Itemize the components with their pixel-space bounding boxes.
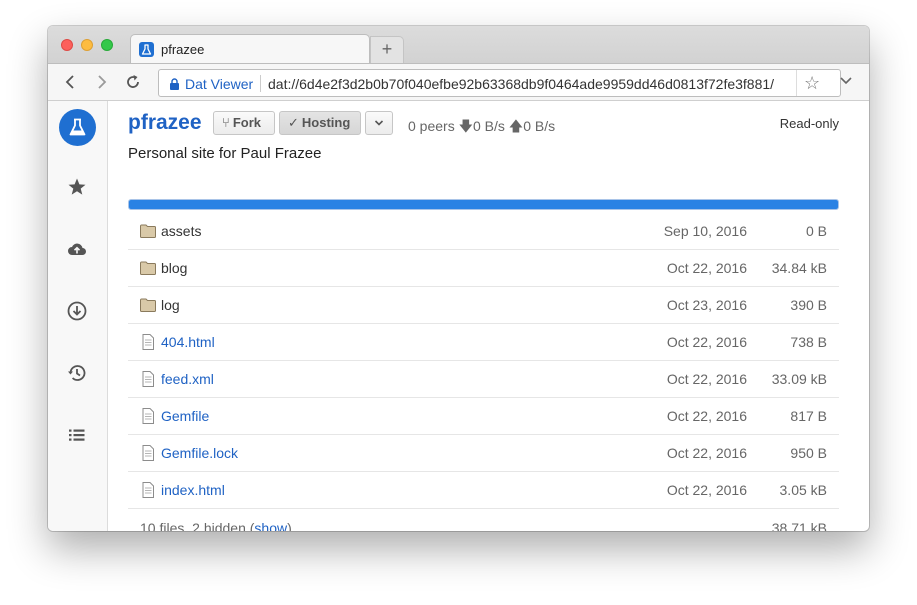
file-date: Oct 22, 2016 bbox=[666, 334, 747, 350]
file-row[interactable]: Gemfile.lock Oct 22, 2016 950 B bbox=[128, 435, 839, 472]
file-name[interactable]: Gemfile bbox=[161, 408, 209, 424]
file-icon bbox=[140, 334, 156, 350]
main-content: pfrazee ⑂ Fork ✓ Hosting 0 peers 🡇0 B/s 🡅0… bbox=[108, 101, 869, 531]
file-count-suffix: ) bbox=[287, 520, 292, 531]
file-name[interactable]: feed.xml bbox=[161, 371, 214, 387]
download-icon[interactable] bbox=[66, 300, 88, 322]
lock-icon bbox=[169, 77, 180, 90]
bookmark-star-icon[interactable]: ☆ bbox=[804, 73, 820, 94]
navigation-bar: Dat Viewer dat://6d4e2f3d2b0b70f040efbe9… bbox=[48, 63, 869, 101]
browser-window: pfrazee + Dat Viewer dat://6d4e2f3d2b0b7… bbox=[48, 26, 869, 531]
close-window-button[interactable] bbox=[61, 39, 73, 51]
file-count-text: 10 files, 2 hidden (show) bbox=[140, 520, 292, 531]
file-date: Oct 22, 2016 bbox=[666, 371, 747, 387]
site-identity-label[interactable]: Dat Viewer bbox=[185, 76, 253, 92]
tab-pfrazee[interactable]: pfrazee bbox=[130, 34, 370, 63]
flask-icon[interactable] bbox=[59, 109, 96, 146]
file-size: 33.09 kB bbox=[771, 371, 827, 387]
file-name[interactable]: 404.html bbox=[161, 334, 215, 350]
file-row[interactable]: assets Sep 10, 2016 0 B bbox=[128, 213, 839, 250]
network-stats: 0 peers 🡇0 B/s 🡅0 B/s bbox=[408, 116, 555, 140]
tab-title: pfrazee bbox=[161, 42, 205, 57]
zoom-window-button[interactable] bbox=[101, 39, 113, 51]
folder-icon bbox=[140, 224, 156, 238]
fork-label: Fork bbox=[232, 115, 261, 130]
url-divider bbox=[796, 70, 797, 96]
file-icon bbox=[140, 371, 156, 387]
file-size: 738 B bbox=[790, 334, 827, 350]
file-size: 950 B bbox=[790, 445, 827, 461]
file-row[interactable]: index.html Oct 22, 2016 3.05 kB bbox=[128, 472, 839, 509]
file-summary: 10 files, 2 hidden (show) 38.71 kB bbox=[128, 509, 839, 531]
back-icon[interactable] bbox=[60, 71, 82, 93]
file-date: Sep 10, 2016 bbox=[663, 223, 747, 239]
tab-bar: pfrazee + bbox=[48, 26, 869, 63]
fork-icon: ⑂ bbox=[222, 115, 230, 130]
file-list: assets Sep 10, 2016 0 B blog Oct 22, 2016 34.… bbox=[128, 213, 839, 531]
arrow-up-icon: 🡅 bbox=[508, 118, 524, 134]
file-icon bbox=[140, 482, 156, 498]
site-title[interactable]: pfrazee bbox=[128, 111, 202, 135]
file-date: Oct 22, 2016 bbox=[666, 445, 747, 461]
site-description: Personal site for Paul Frazee bbox=[128, 145, 322, 162]
sidebar bbox=[48, 101, 108, 531]
file-row[interactable]: feed.xml Oct 22, 2016 33.09 kB bbox=[128, 361, 839, 398]
fork-button[interactable]: ⑂ Fork bbox=[213, 111, 275, 135]
history-icon[interactable] bbox=[66, 362, 88, 384]
star-icon[interactable] bbox=[66, 176, 88, 198]
file-count-prefix: 10 files, 2 hidden ( bbox=[140, 520, 255, 531]
upload-speed: 0 B/s bbox=[523, 118, 556, 134]
access-mode-label: Read-only bbox=[779, 116, 839, 131]
file-date: Oct 22, 2016 bbox=[666, 408, 747, 424]
forward-icon[interactable] bbox=[90, 71, 112, 93]
file-row[interactable]: 404.html Oct 22, 2016 738 B bbox=[128, 324, 839, 361]
url-text[interactable]: dat://6d4e2f3d2b0b70f040efbe92b63368db9f… bbox=[268, 76, 774, 92]
chevron-down-icon[interactable] bbox=[838, 72, 854, 91]
folder-icon bbox=[140, 261, 156, 275]
file-row[interactable]: Gemfile Oct 22, 2016 817 B bbox=[128, 398, 839, 435]
file-date: Oct 22, 2016 bbox=[666, 482, 747, 498]
file-size: 34.84 kB bbox=[771, 260, 827, 276]
file-icon bbox=[140, 408, 156, 424]
chevron-down-icon bbox=[374, 120, 384, 126]
file-name[interactable]: blog bbox=[161, 260, 187, 276]
hosting-button[interactable]: ✓ Hosting bbox=[279, 111, 361, 135]
file-name[interactable]: index.html bbox=[161, 482, 225, 498]
file-size: 0 B bbox=[805, 223, 827, 239]
progress-fill bbox=[129, 200, 838, 209]
peer-count: 0 peers bbox=[408, 118, 455, 134]
list-icon[interactable] bbox=[66, 424, 88, 446]
flask-icon bbox=[139, 42, 154, 57]
file-name[interactable]: log bbox=[161, 297, 180, 313]
file-icon bbox=[140, 445, 156, 461]
arrow-down-icon: 🡇 bbox=[458, 118, 473, 134]
file-size: 390 B bbox=[790, 297, 827, 313]
file-size: 817 B bbox=[790, 408, 827, 424]
file-row[interactable]: log Oct 23, 2016 390 B bbox=[128, 287, 839, 324]
file-date: Oct 23, 2016 bbox=[666, 297, 747, 313]
download-progress-bar bbox=[128, 199, 839, 210]
file-row[interactable]: blog Oct 22, 2016 34.84 kB bbox=[128, 250, 839, 287]
minimize-window-button[interactable] bbox=[81, 39, 93, 51]
file-name[interactable]: assets bbox=[161, 223, 201, 239]
reload-icon[interactable] bbox=[122, 71, 144, 93]
cloud-upload-icon[interactable] bbox=[66, 238, 88, 260]
new-tab-button[interactable]: + bbox=[370, 36, 404, 63]
download-speed: 0 B/s bbox=[473, 118, 505, 134]
url-divider bbox=[260, 75, 261, 92]
file-name[interactable]: Gemfile.lock bbox=[161, 445, 238, 461]
show-hidden-link[interactable]: show bbox=[254, 520, 287, 531]
file-size: 3.05 kB bbox=[779, 482, 827, 498]
total-size: 38.71 kB bbox=[771, 520, 827, 531]
hosting-options-dropdown[interactable] bbox=[365, 111, 393, 135]
address-bar[interactable]: Dat Viewer dat://6d4e2f3d2b0b70f040efbe9… bbox=[158, 69, 841, 97]
file-date: Oct 22, 2016 bbox=[666, 260, 747, 276]
checkmark-icon: ✓ bbox=[288, 115, 299, 130]
folder-icon bbox=[140, 298, 156, 312]
hosting-label: Hosting bbox=[301, 115, 351, 130]
